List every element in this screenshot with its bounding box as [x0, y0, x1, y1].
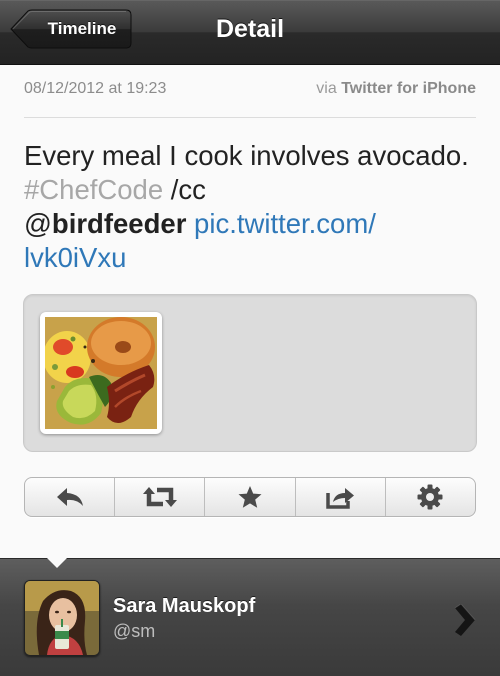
retweet-button[interactable] [115, 478, 206, 516]
photo-thumbnail[interactable] [40, 312, 162, 434]
via-label: via [316, 80, 337, 97]
profile-pointer-notch [46, 557, 68, 568]
mention-username: birdfeeder [51, 208, 187, 239]
cc-text: /cc [170, 174, 206, 205]
tweet-timestamp: 08/12/2012 at 19:23 [24, 80, 167, 97]
food-photo-icon [45, 317, 157, 429]
retweet-icon [142, 487, 177, 507]
reply-button[interactable] [25, 478, 116, 516]
disclosure-chevron-icon [451, 603, 477, 645]
page-title: Detail [215, 15, 285, 43]
back-button-label: Timeline [47, 19, 117, 38]
reply-icon [56, 488, 83, 506]
tweet-meta-row: 08/12/2012 at 19:23 via Twitter for iPho… [24, 65, 476, 118]
share-button[interactable] [296, 478, 386, 516]
media-preview-box [23, 294, 477, 452]
pic-link-part1: pic.twitter.com/ [194, 208, 376, 239]
settings-gear-icon [417, 484, 443, 510]
tweet-source: via Twitter for iPhone [316, 80, 476, 98]
share-icon [326, 488, 355, 509]
favorite-star-icon [238, 486, 262, 508]
mention-at-sign: @ [24, 208, 52, 239]
tweet-text: Every meal I cook involves avocado. #Che… [24, 139, 476, 275]
navigation-bar: Timeline Detail [0, 0, 500, 65]
user-avatar-image [25, 581, 99, 655]
more-settings-button[interactable] [386, 478, 475, 516]
tweet-plain-text: Every meal I cook involves avocado. [24, 140, 469, 171]
pic-link-part2: lvk0iVxu [24, 242, 127, 273]
client-name: Twitter for iPhone [341, 80, 476, 97]
mention-link[interactable]: @birdfeeder [24, 208, 186, 239]
timeline-back-button[interactable]: Timeline [10, 9, 132, 49]
tweet-action-bar [24, 477, 476, 517]
hashtag-link[interactable]: #ChefCode [24, 174, 163, 205]
favorite-button[interactable] [205, 478, 296, 516]
avatar [24, 580, 100, 656]
tweet-detail-content: 08/12/2012 at 19:23 via Twitter for iPho… [0, 65, 500, 558]
author-handle: @sm [113, 621, 156, 641]
author-name: Sara Mauskopf [113, 595, 256, 617]
author-profile-bar[interactable]: Sara Mauskopf @sm [0, 558, 500, 676]
